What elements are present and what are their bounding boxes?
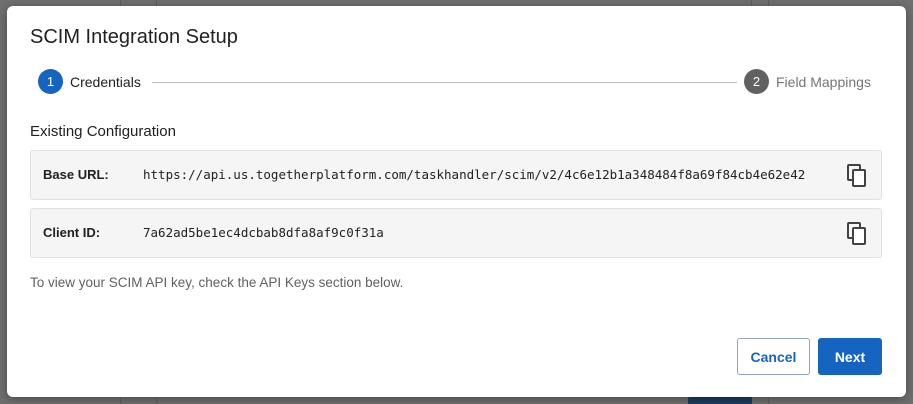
step-number-circle: 1 xyxy=(38,69,63,94)
copy-base-url-button[interactable] xyxy=(845,163,869,189)
next-button[interactable]: Next xyxy=(818,338,882,375)
step-label: Field Mappings xyxy=(776,73,871,90)
base-url-label: Base URL: xyxy=(43,167,109,182)
dialog-title: SCIM Integration Setup xyxy=(30,26,238,48)
base-url-value[interactable]: https://api.us.togetherplatform.com/task… xyxy=(143,167,805,182)
section-title: Existing Configuration xyxy=(30,123,176,140)
base-url-field: Base URL: https://api.us.togetherplatfor… xyxy=(30,150,882,200)
step-connector xyxy=(152,82,737,83)
client-id-value[interactable]: 7a62ad5be1ec4dcbab8dfa8af9c0f31a xyxy=(143,225,384,240)
step-credentials: 1 Credentials xyxy=(38,69,141,94)
copy-icon xyxy=(847,164,866,187)
copy-client-id-button[interactable] xyxy=(845,221,869,247)
backdrop-button xyxy=(688,396,752,404)
help-text: To view your SCIM API key, check the API… xyxy=(30,275,404,290)
scim-setup-dialog: SCIM Integration Setup 1 Credentials 2 F… xyxy=(7,6,906,397)
client-id-label: Client ID: xyxy=(43,225,101,240)
cancel-button[interactable]: Cancel xyxy=(737,338,810,375)
step-number-circle: 2 xyxy=(744,69,769,94)
step-field-mappings: 2 Field Mappings xyxy=(744,69,871,94)
client-id-field: Client ID: 7a62ad5be1ec4dcbab8dfa8af9c0f… xyxy=(30,208,882,258)
step-label: Credentials xyxy=(70,73,141,90)
copy-icon xyxy=(847,222,866,245)
